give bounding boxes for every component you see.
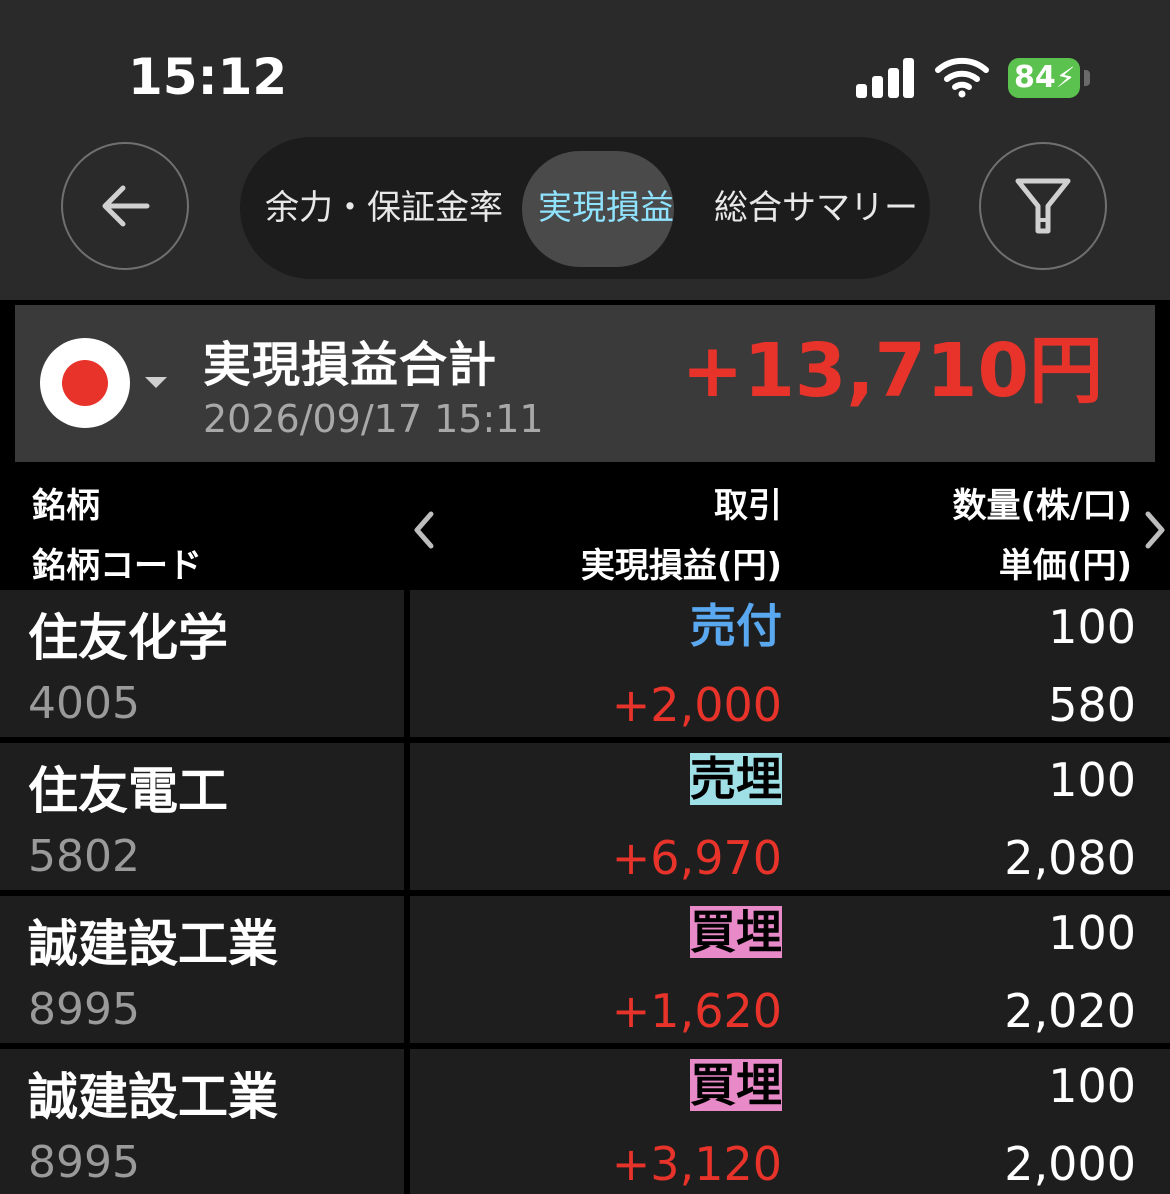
top-bar: 15:12 84⚡ 余力・保証金率 実現損益 総合サマリー: [0, 0, 1170, 300]
stock-code: 8995: [28, 984, 140, 1035]
quantity: 100: [1048, 600, 1136, 654]
header-realized-pl: 実現損益(円): [580, 546, 782, 586]
unit-price: 2,000: [1004, 1137, 1136, 1191]
chevron-down-icon[interactable]: [145, 377, 167, 388]
filter-button[interactable]: [979, 142, 1107, 270]
stock-code: 4005: [28, 678, 140, 729]
tab-bar: 余力・保証金率 実現損益 総合サマリー: [240, 137, 930, 279]
header-stock-code: 銘柄コード: [32, 546, 202, 586]
japan-flag-icon[interactable]: [40, 338, 130, 428]
header-trade: 取引: [714, 486, 782, 526]
trade-type: 売埋: [690, 752, 782, 806]
trade-type: 買埋: [690, 1058, 782, 1112]
table-row[interactable]: 誠建設工業 8995 買埋 +1,620 100 2,020: [0, 896, 1170, 1046]
stock-name: 誠建設工業: [28, 915, 278, 973]
stock-code: 5802: [28, 831, 140, 882]
realized-pl-summary: 実現損益合計 2026/09/17 15:11 +13,710円: [15, 305, 1155, 462]
header-quantity: 数量(株/口): [952, 486, 1133, 526]
stock-code: 8995: [28, 1137, 140, 1188]
battery-charging-icon: 84⚡: [1008, 58, 1080, 98]
quantity: 100: [1048, 753, 1136, 807]
battery-level: 84: [1014, 60, 1056, 95]
quantity: 100: [1048, 1059, 1136, 1113]
tab-summary[interactable]: 総合サマリー: [714, 137, 918, 279]
table-row[interactable]: 住友電工 5802 売埋 +6,970 100 2,080: [0, 743, 1170, 893]
header-unit-price: 単価(円): [998, 546, 1132, 586]
summary-title: 実現損益合計: [203, 337, 498, 393]
chevron-left-icon[interactable]: [413, 510, 435, 550]
realized-pl: +6,970: [611, 831, 782, 885]
unit-price: 2,020: [1004, 984, 1136, 1038]
unit-price: 2,080: [1004, 831, 1136, 885]
realized-pl: +3,120: [611, 1137, 782, 1191]
header-stock: 銘柄: [32, 486, 100, 526]
back-arrow-icon: [102, 185, 150, 227]
cellular-signal-icon: [856, 58, 914, 98]
back-button[interactable]: [61, 142, 189, 270]
table-row[interactable]: 誠建設工業 8995 買埋 +3,120 100 2,000: [0, 1049, 1170, 1194]
summary-datetime: 2026/09/17 15:11: [203, 397, 544, 441]
realized-pl: +1,620: [611, 984, 782, 1038]
stock-name: 誠建設工業: [28, 1068, 278, 1126]
summary-amount: +13,710円: [681, 328, 1103, 414]
stock-name: 住友電工: [28, 762, 228, 820]
table-header: 銘柄 銘柄コード 取引 実現損益(円) 数量(株/口) 単価(円): [0, 462, 1170, 588]
trade-type: 売付: [690, 599, 782, 653]
unit-price: 580: [1048, 678, 1136, 732]
table-row[interactable]: 住友化学 4005 売付 +2,000 100 580: [0, 590, 1170, 740]
tab-realized-pl[interactable]: 実現損益: [538, 137, 674, 279]
stock-name: 住友化学: [28, 609, 228, 667]
status-time: 15:12: [128, 48, 288, 106]
trade-type: 買埋: [690, 905, 782, 959]
battery-cap: [1084, 70, 1090, 86]
quantity: 100: [1048, 906, 1136, 960]
tab-margin[interactable]: 余力・保証金率: [265, 137, 503, 279]
chevron-right-icon[interactable]: [1144, 510, 1166, 550]
filter-icon: [1015, 178, 1071, 234]
wifi-icon: [935, 57, 989, 98]
realized-pl: +2,000: [611, 678, 782, 732]
